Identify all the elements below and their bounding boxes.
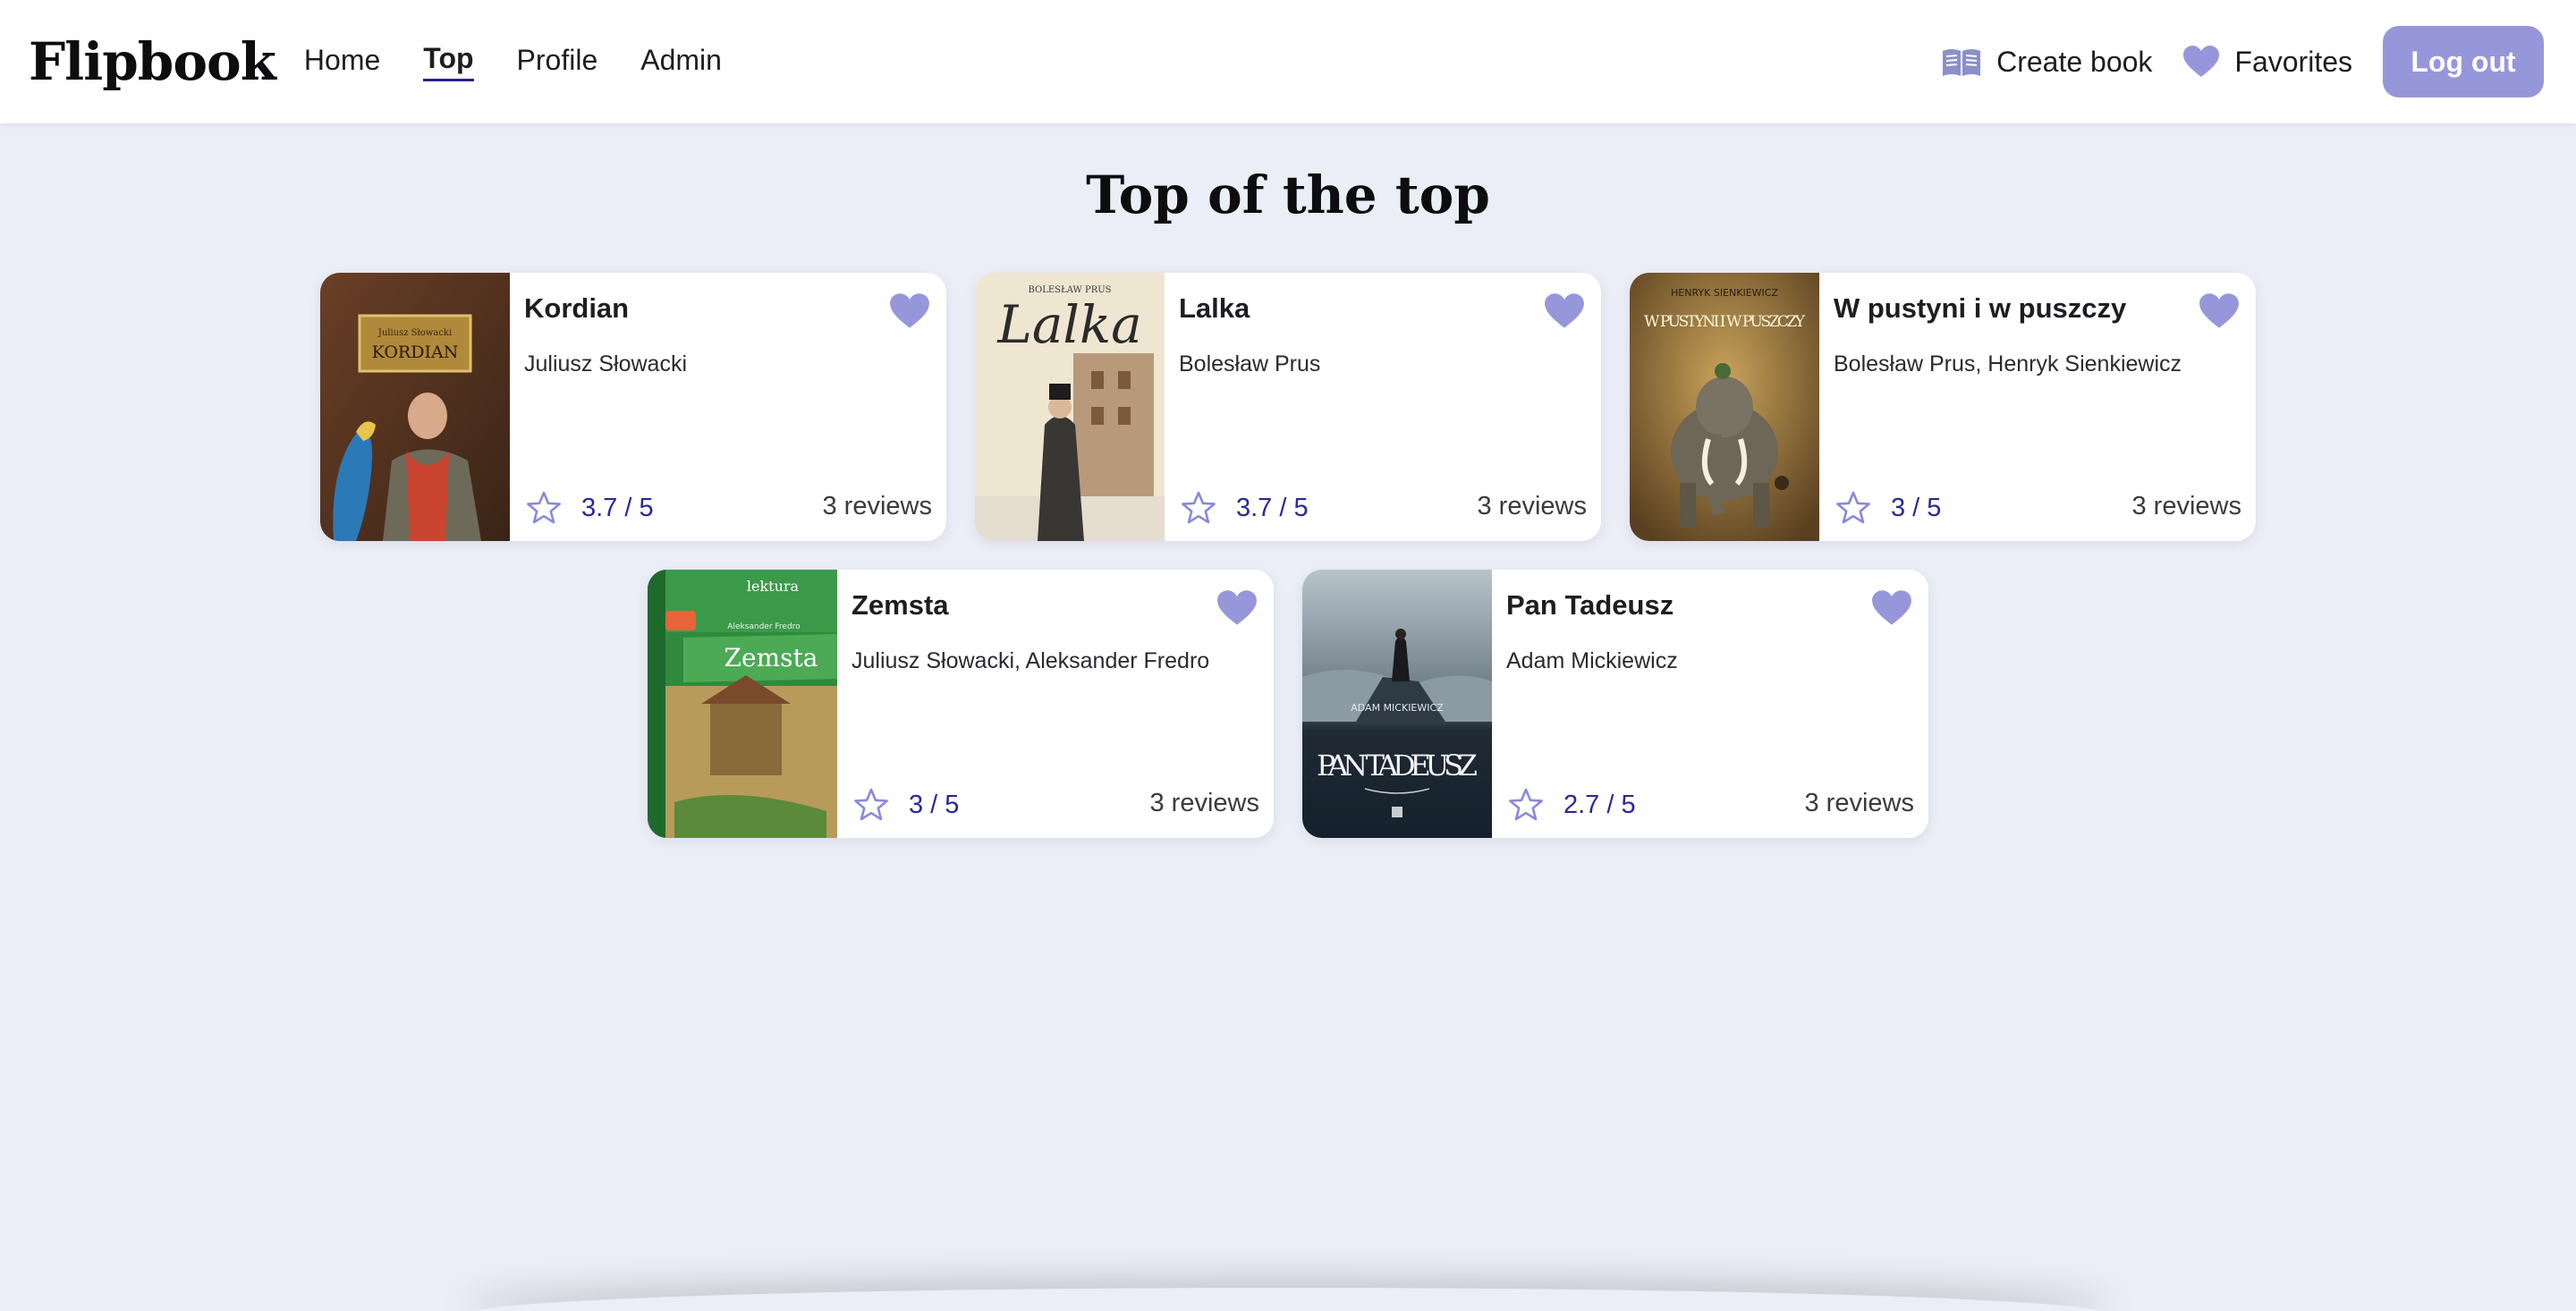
review-count: 3 reviews	[2131, 492, 2242, 520]
book-cover[interactable]: ADAM MICKIEWICZ PAN TADEUSZ	[1302, 570, 1492, 838]
rating-value: 3 / 5	[909, 790, 960, 819]
brand-logo[interactable]: Flipbook	[29, 31, 276, 92]
footer-shadow	[465, 1288, 2111, 1311]
book-cover[interactable]: lektura Aleksander Fredro Zemsta	[648, 570, 837, 838]
book-cover[interactable]: BOLESŁAW PRUS Lalka	[975, 273, 1165, 541]
star-icon	[527, 491, 561, 524]
book-rating: 3.7 / 5	[526, 491, 654, 525]
logout-button[interactable]: Log out	[2383, 26, 2544, 97]
star-icon	[1836, 491, 1870, 524]
favorite-toggle[interactable]	[889, 292, 930, 330]
card-body: Pan Tadeusz Adam Mickiewicz 2.7 / 5 3 re…	[1506, 570, 1928, 838]
favorite-toggle[interactable]	[1871, 589, 1912, 627]
open-book-icon	[1941, 46, 1982, 78]
review-count: 3 reviews	[822, 492, 933, 520]
card-body: Zemsta Juliusz Słowacki, Aleksander Fred…	[852, 570, 1274, 838]
heart-icon	[2199, 293, 2239, 328]
book-authors: Juliusz Słowacki, Aleksander Fredro	[852, 648, 1210, 673]
star-icon	[1182, 491, 1216, 524]
book-title[interactable]: W pustyni i w puszczy	[1834, 292, 2184, 325]
svg-text:Aleksander Fredro: Aleksander Fredro	[727, 622, 801, 631]
book-cover[interactable]: Juliusz Słowacki KORDIAN	[320, 273, 510, 541]
book-rating: 3 / 5	[1835, 491, 1941, 525]
book-card[interactable]: ADAM MICKIEWICZ PAN TADEUSZ Pan Tadeusz …	[1302, 570, 1928, 838]
nav-admin[interactable]: Admin	[640, 44, 722, 80]
book-authors: Juliusz Słowacki	[524, 351, 688, 376]
favorite-toggle[interactable]	[1216, 589, 1258, 627]
card-body: Kordian Juliusz Słowacki 3.7 / 5 3 revie…	[524, 273, 946, 541]
book-rating: 2.7 / 5	[1508, 788, 1636, 822]
book-authors: Bolesław Prus, Henryk Sienkiewicz	[1834, 351, 2182, 376]
review-count: 3 reviews	[1804, 789, 1915, 817]
svg-text:W PUSTYNI I W PUSZCZY: W PUSTYNI I W PUSZCZY	[1644, 313, 1806, 331]
book-card[interactable]: lektura Aleksander Fredro Zemsta Zemsta …	[648, 570, 1274, 838]
book-authors: Bolesław Prus	[1179, 351, 1321, 376]
book-authors: Adam Mickiewicz	[1506, 648, 1678, 673]
book-card[interactable]: Juliusz Słowacki KORDIAN Kordian Juliusz…	[320, 273, 946, 541]
top-navbar: Flipbook Home Top Profile Admin Create b…	[0, 0, 2576, 123]
create-book-link[interactable]: Create book	[1941, 46, 2152, 79]
svg-text:KORDIAN: KORDIAN	[372, 343, 459, 362]
favorite-toggle[interactable]	[2199, 292, 2240, 330]
card-body: W pustyni i w puszczy Bolesław Prus, Hen…	[1834, 273, 2256, 541]
book-rating: 3 / 5	[853, 788, 959, 822]
book-cover[interactable]: HENRYK SIENKIEWICZ W PUSTYNI I W PUSZCZY	[1630, 273, 1819, 541]
main-nav: Home Top Profile Admin	[304, 42, 722, 81]
heart-icon	[1217, 590, 1257, 625]
star-icon	[854, 788, 888, 821]
svg-text:lektura: lektura	[747, 578, 800, 595]
nav-profile[interactable]: Profile	[517, 44, 598, 80]
heart-icon	[1872, 590, 1911, 625]
book-card[interactable]: BOLESŁAW PRUS Lalka Lalka Bolesław Prus …	[975, 273, 1601, 541]
page-title: Top of the top	[1086, 165, 1490, 225]
rating-value: 3.7 / 5	[581, 493, 654, 522]
book-title[interactable]: Lalka	[1179, 292, 1530, 325]
book-title[interactable]: Pan Tadeusz	[1506, 589, 1857, 622]
favorites-label: Favorites	[2234, 45, 2352, 78]
svg-text:HENRYK SIENKIEWICZ: HENRYK SIENKIEWICZ	[1671, 287, 1778, 299]
book-card[interactable]: HENRYK SIENKIEWICZ W PUSTYNI I W PUSZCZY…	[1630, 273, 2256, 541]
create-book-label: Create book	[1996, 45, 2153, 78]
svg-text:Lalka: Lalka	[996, 294, 1141, 355]
header-actions: Create book Favorites Log out	[1941, 26, 2547, 97]
rating-value: 3 / 5	[1891, 493, 1942, 522]
book-title[interactable]: Kordian	[524, 292, 875, 325]
nav-top[interactable]: Top	[423, 42, 474, 81]
favorite-toggle[interactable]	[1544, 292, 1585, 330]
svg-text:Zemsta: Zemsta	[724, 643, 818, 672]
favorites-link[interactable]: Favorites	[2182, 45, 2352, 79]
rating-value: 2.7 / 5	[1563, 790, 1636, 819]
book-rating: 3.7 / 5	[1181, 491, 1309, 525]
svg-text:Juliusz Słowacki: Juliusz Słowacki	[377, 328, 452, 338]
star-icon	[1509, 788, 1543, 821]
heart-icon	[1545, 293, 1584, 328]
card-body: Lalka Bolesław Prus 3.7 / 5 3 reviews	[1179, 273, 1601, 541]
rating-value: 3.7 / 5	[1236, 493, 1309, 522]
book-title[interactable]: Zemsta	[852, 589, 1202, 622]
review-count: 3 reviews	[1477, 492, 1588, 520]
svg-text:ADAM MICKIEWICZ: ADAM MICKIEWICZ	[1351, 702, 1444, 714]
heart-icon	[2182, 45, 2220, 79]
heart-icon	[890, 293, 929, 328]
review-count: 3 reviews	[1149, 789, 1260, 817]
nav-home[interactable]: Home	[304, 44, 380, 80]
svg-text:PAN TADEUSZ: PAN TADEUSZ	[1317, 749, 1478, 782]
